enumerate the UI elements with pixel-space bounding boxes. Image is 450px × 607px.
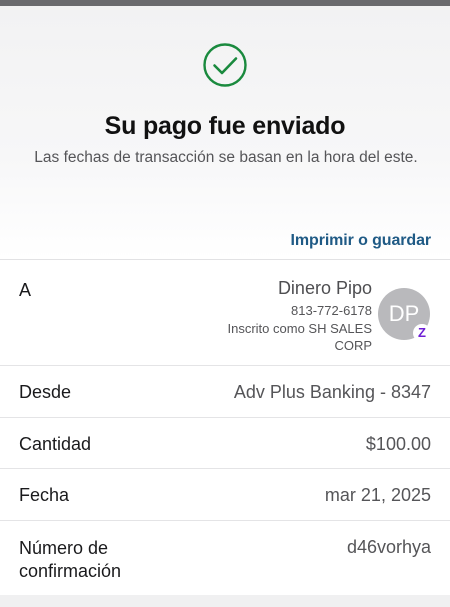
confirmation-row: Número de confirmación d46vorhya: [0, 521, 450, 596]
amount-row: Cantidad $100.00: [0, 418, 450, 469]
check-circle-icon: [203, 43, 247, 87]
recipient-registered-as: Inscrito como SH SALES CORP: [227, 321, 373, 353]
from-account: Adv Plus Banking - 8347: [233, 382, 431, 402]
amount-value: $100.00: [365, 434, 431, 454]
zelle-z-icon: Z: [413, 324, 431, 342]
recipient-row: A Dinero Pipo 813-772-6178 Inscrito como…: [0, 260, 450, 366]
date-value: mar 21, 2025: [324, 485, 431, 505]
date-row: Fecha mar 21, 2025: [0, 469, 450, 521]
recipient-label: A: [19, 280, 32, 300]
confirmation-header: Su pago fue enviado Las fechas de transa…: [0, 6, 450, 259]
print-or-save-link[interactable]: Imprimir o guardar: [291, 232, 432, 250]
date-label: Fecha: [19, 485, 70, 505]
page-title: Su pago fue enviado: [104, 112, 346, 140]
recipient-info: Dinero Pipo 813-772-6178 Inscrito como S…: [228, 277, 373, 354]
payment-details-card: A Dinero Pipo 813-772-6178 Inscrito como…: [0, 259, 450, 595]
confirmation-number: d46vorhya: [346, 537, 431, 557]
from-row: Desde Adv Plus Banking - 8347: [0, 366, 450, 418]
from-label: Desde: [19, 382, 72, 402]
recipient-phone: 813-772-6178: [291, 303, 372, 318]
timezone-note: Las fechas de transacción se basan en la…: [34, 149, 418, 166]
confirmation-label: Número de confirmación: [19, 538, 122, 581]
recipient-name: Dinero Pipo: [277, 278, 372, 298]
page-bottom: [0, 595, 450, 607]
amount-label: Cantidad: [19, 434, 92, 454]
